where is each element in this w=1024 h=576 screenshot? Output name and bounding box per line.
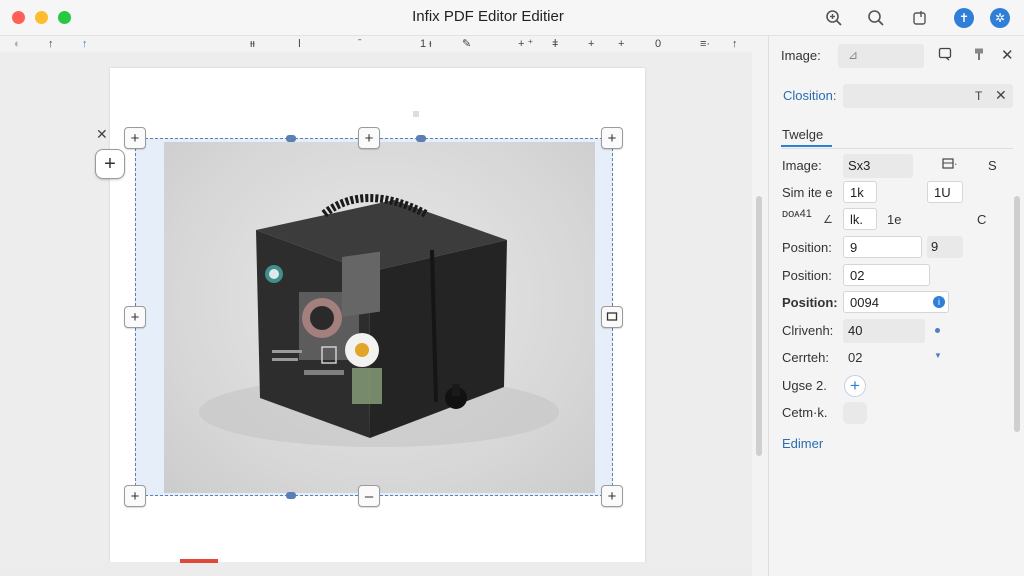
rotate-handle[interactable] (286, 492, 296, 499)
row-field[interactable]: lk. (843, 208, 877, 230)
editor-link[interactable]: Edimer (782, 436, 823, 451)
position-heading: Closition: (783, 88, 837, 103)
row-extra: 1e (887, 212, 902, 227)
row-label: Position: (782, 295, 838, 310)
panel-divider (781, 148, 1013, 149)
selected-image[interactable] (164, 142, 595, 493)
image-size-field[interactable]: Sx3 (843, 154, 913, 178)
pin-icon[interactable] (972, 47, 986, 64)
active-tab-indicator (781, 145, 832, 147)
rotate-handle[interactable] (416, 135, 426, 142)
row-field[interactable]: 1U (927, 181, 963, 203)
toolbar-item[interactable]: 1 ᵻ (420, 36, 432, 52)
canvas-scrollbar[interactable] (756, 196, 762, 456)
layout-icon[interactable] (942, 158, 958, 173)
row-extra: C (977, 212, 987, 227)
accessibility-icon[interactable]: ✝ (954, 8, 974, 28)
row-label: Ugse 2. (782, 378, 827, 393)
row-value[interactable]: 02 (848, 350, 862, 365)
toolbar-item[interactable]: ↑ (732, 36, 738, 52)
rotate-handle[interactable] (286, 135, 296, 142)
row-label: Cetm·k. (782, 405, 828, 420)
color-swatch[interactable] (843, 402, 867, 424)
row-extra: S (988, 158, 997, 173)
image-field-value: ⊿ (848, 48, 859, 62)
stepper-dot[interactable] (935, 328, 940, 333)
row-label: Clrivenh: (782, 323, 834, 338)
angle-icon: ∠ (823, 214, 833, 226)
field-value: Sx3 (848, 158, 871, 173)
row-field[interactable]: 1k (843, 181, 877, 203)
resize-handle-bottom-left[interactable]: + (124, 485, 146, 507)
toolbar-item[interactable]: ǀ (298, 36, 301, 52)
row-label: Sim ite e (782, 185, 833, 200)
page-marker (413, 111, 419, 117)
settings-icon[interactable]: ✲ (990, 8, 1010, 28)
camera-box-illustration (199, 194, 559, 447)
toolbar-item[interactable]: ᵻᵻ (250, 36, 255, 52)
image-label: Image: (781, 48, 821, 63)
text-icon[interactable]: T (975, 89, 982, 103)
toolbar-item[interactable]: 0 (655, 36, 661, 52)
title-bar: Infix PDF Editor Editier ✝ ✲ (0, 0, 1024, 36)
toggle-icon[interactable]: ◐ (14, 36, 21, 52)
app-window: Infix PDF Editor Editier ✝ ✲ ◐ ↑ ↑ ᵻᵻ ǀ … (0, 0, 1024, 576)
resize-handle-top[interactable]: + (358, 127, 380, 149)
search-icon[interactable] (866, 8, 886, 28)
row-label: ᴅᴏᴀ41 (782, 208, 812, 220)
resize-handle-left[interactable]: + (124, 306, 146, 328)
resize-handle-bottom[interactable]: – (358, 485, 380, 507)
toolbar-item[interactable]: ≡· (700, 36, 710, 52)
resize-handle-top-right[interactable]: + (601, 127, 623, 149)
clear-icon[interactable]: ✕ (995, 87, 1007, 104)
panel-scrollbar[interactable] (1014, 196, 1020, 432)
format-toolbar: ◐ ↑ ↑ ᵻᵻ ǀ ˉ 1 ᵻ ✎ + ⁺ ǂ + + 0 ≡· ↑ (0, 36, 768, 52)
comment-icon[interactable] (938, 47, 952, 64)
tab-twelge[interactable]: Twelge (782, 127, 823, 142)
toolbar-item[interactable]: + (618, 36, 624, 52)
crop-handle-right[interactable] (601, 306, 623, 328)
toolbar-item[interactable]: + ⁺ (518, 36, 533, 52)
zoom-in-icon[interactable] (824, 8, 844, 28)
resize-handle-bottom-right[interactable]: + (601, 485, 623, 507)
toolbar-item[interactable]: ✎ (462, 36, 471, 52)
share-icon[interactable] (910, 8, 930, 28)
row-field[interactable]: 40 (843, 319, 925, 343)
info-icon[interactable]: i (933, 296, 945, 308)
toolbar-item[interactable]: ↑ (82, 36, 88, 52)
row-label: Position: (782, 240, 832, 255)
row-label: Cerrteh: (782, 350, 829, 365)
position-heading-field[interactable]: T ✕ (843, 84, 1013, 108)
toolbar-item[interactable]: ǂ (552, 36, 558, 52)
toolbar-item[interactable]: ↑ (48, 36, 54, 52)
add-icon[interactable]: + (844, 375, 866, 397)
toolbar-item[interactable]: ˉ (358, 36, 362, 52)
image-field[interactable]: ⊿ (838, 44, 924, 68)
close-panel-icon[interactable]: ✕ (1001, 46, 1014, 64)
dropdown-icon[interactable]: ▼ (934, 351, 942, 360)
page-gap (0, 562, 752, 576)
row-label: Position: (782, 268, 832, 283)
position-y-field[interactable]: 9 (927, 236, 963, 258)
field-value: 40 (848, 323, 863, 338)
add-element-button[interactable]: + (95, 149, 125, 179)
resize-handle-top-left[interactable]: + (124, 127, 146, 149)
toolbar-item[interactable]: + (588, 36, 594, 52)
row-label: Image: (782, 158, 822, 173)
position-field[interactable]: 02 (843, 264, 930, 286)
position-x-field[interactable]: 9 (843, 236, 922, 258)
annotation-mark (180, 559, 218, 563)
close-icon[interactable]: ✕ (96, 126, 108, 143)
field-value: 9 (931, 239, 939, 254)
